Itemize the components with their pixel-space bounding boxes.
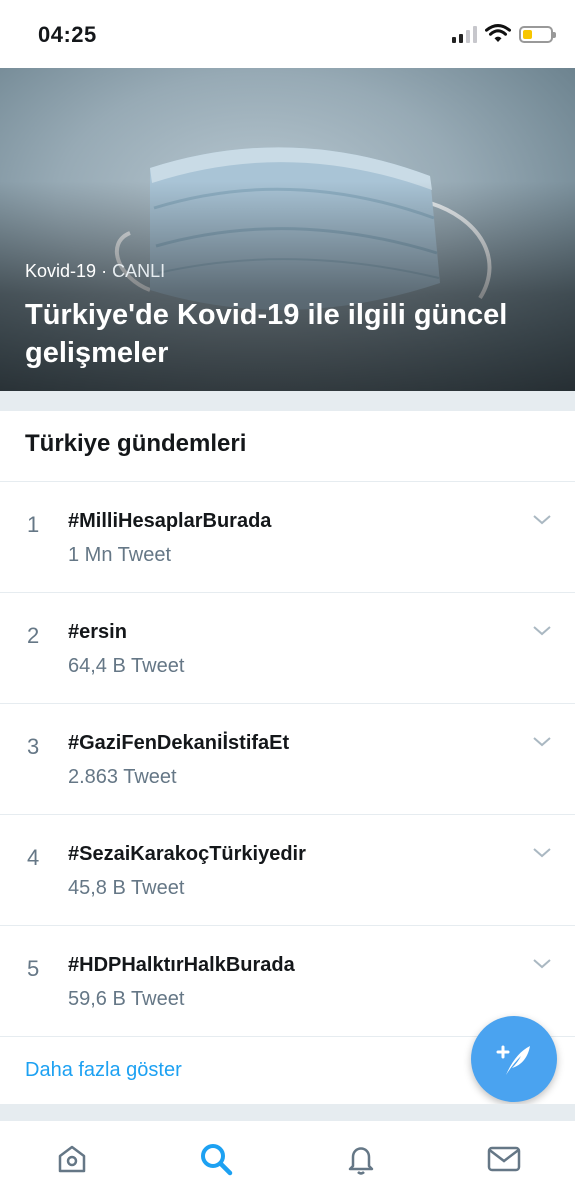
bottom-separator (0, 1104, 575, 1120)
trend-tweet-count: 1 Mn Tweet (68, 544, 172, 566)
bottom-tab-bar (0, 1120, 575, 1200)
trend-hashtag: #HDPHalktırHalkBurada (68, 954, 295, 976)
chevron-down-icon[interactable] (531, 841, 553, 863)
trend-rank: 3 (27, 734, 40, 759)
cellular-signal-icon (452, 25, 477, 43)
trend-item[interactable]: 2 #ersin 64,4 B Tweet (0, 593, 575, 704)
home-icon (58, 1145, 86, 1173)
trend-hashtag: #MilliHesaplarBurada (68, 510, 272, 532)
status-time: 04:25 (38, 22, 97, 47)
wifi-icon (485, 24, 511, 42)
trends-section-title: Türkiye gündemleri (25, 430, 247, 457)
chevron-down-icon[interactable] (531, 730, 553, 752)
compose-feather-icon (496, 1045, 530, 1075)
trend-rank: 5 (27, 956, 40, 981)
status-bar: 04:25 (0, 0, 575, 68)
trend-item[interactable]: 3 #GaziFenDekaniİstifaEt 2.863 Tweet (0, 704, 575, 815)
chevron-down-icon[interactable] (531, 952, 553, 974)
trend-item[interactable]: 1 #MilliHesaplarBurada 1 Mn Tweet (0, 482, 575, 593)
trend-item[interactable]: 4 #SezaiKarakoçTürkiyedir 45,8 B Tweet (0, 815, 575, 926)
trend-tweet-count: 45,8 B Tweet (68, 877, 185, 899)
search-icon (201, 1144, 233, 1176)
trend-tweet-count: 59,6 B Tweet (68, 988, 185, 1010)
trend-rank: 2 (27, 623, 40, 648)
chevron-down-icon[interactable] (531, 508, 553, 530)
tab-messages[interactable] (484, 1139, 524, 1179)
hero-category: Kovid-19 (25, 261, 97, 281)
chevron-down-icon[interactable] (531, 619, 553, 641)
hero-live-label: CANLI (112, 261, 166, 281)
trend-tweet-count: 2.863 Tweet (68, 766, 177, 788)
battery-icon (519, 25, 556, 43)
trend-rank: 4 (27, 845, 40, 870)
tab-notifications[interactable] (341, 1139, 381, 1179)
trend-hashtag: #ersin (68, 621, 127, 643)
tab-home[interactable] (52, 1139, 92, 1179)
trend-hashtag: #SezaiKarakoçTürkiyedir (68, 843, 306, 865)
section-separator (0, 391, 575, 411)
trend-rank: 1 (27, 512, 40, 537)
show-more-link[interactable]: Daha fazla göster (25, 1059, 182, 1082)
bell-icon (348, 1147, 374, 1175)
mail-icon (487, 1146, 521, 1172)
trend-tweet-count: 64,4 B Tweet (68, 655, 185, 677)
hero-card[interactable]: Kovid-19 · CANLI Türkiye'de Kovid-19 ile… (0, 68, 575, 391)
status-icons (452, 24, 556, 44)
tab-search[interactable] (196, 1139, 236, 1179)
hero-meta: Kovid-19 · CANLI (25, 261, 165, 282)
hero-separator: · (101, 261, 108, 281)
compose-tweet-button[interactable] (471, 1016, 557, 1102)
trend-item[interactable]: 5 #HDPHalktırHalkBurada 59,6 B Tweet (0, 926, 575, 1037)
trend-hashtag: #GaziFenDekaniİstifaEt (68, 732, 290, 754)
hero-title: Türkiye'de Kovid-19 ile ilgili güncel ge… (25, 299, 508, 369)
